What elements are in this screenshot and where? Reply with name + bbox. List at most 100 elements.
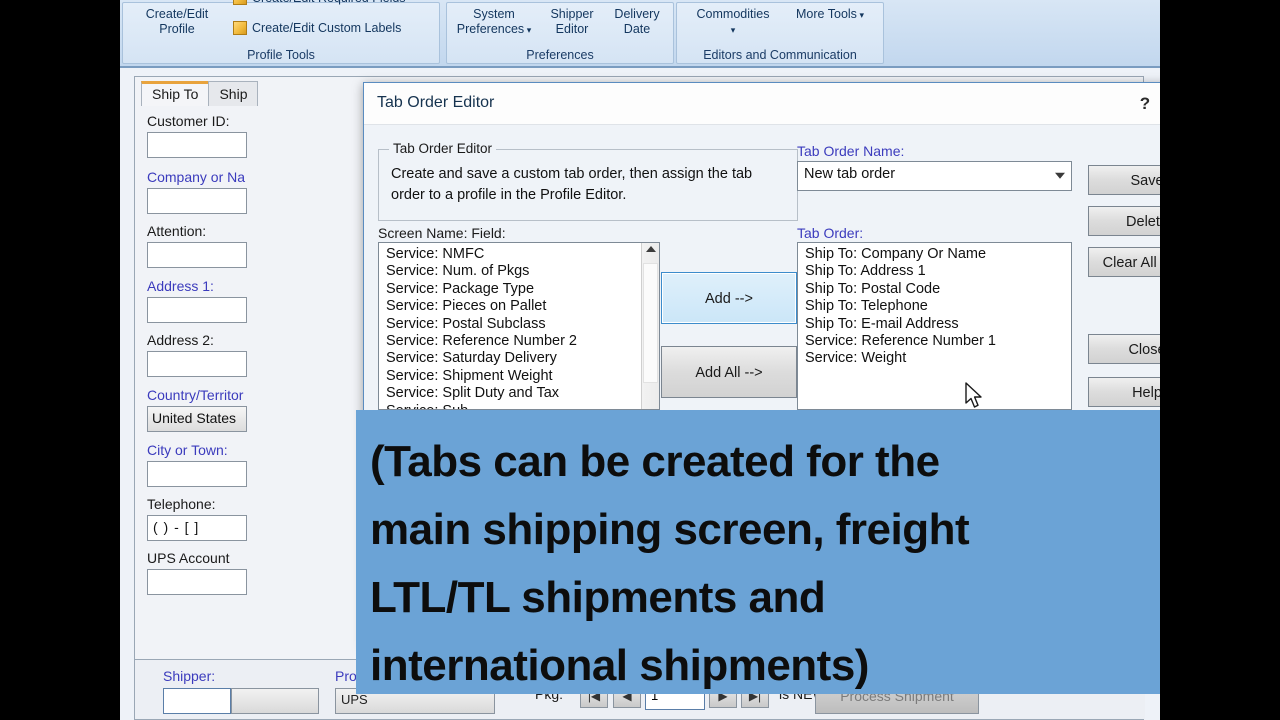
ribbon-button-system-preferences[interactable]: System Preferences ▾ <box>451 7 537 38</box>
caption-line-2: main shipping screen, freight <box>370 505 970 554</box>
input-ups-account[interactable] <box>147 569 247 595</box>
caption-line-3: LTL/TL shipments and <box>370 573 826 622</box>
list-item[interactable]: Service: Shipment Weight <box>379 368 659 385</box>
ribbon-button-commodities[interactable]: Commodities ▾ <box>685 7 781 38</box>
list-item[interactable]: Service: Package Type <box>379 281 659 298</box>
screen-name-field-list: Service: NMFC Service: Num. of Pkgs Serv… <box>379 243 659 409</box>
label-screen-name-field: Screen Name: Field: <box>378 225 506 241</box>
label-attention: Attention: <box>147 223 207 239</box>
groupbox-description: Create and save a custom tab order, then… <box>391 166 753 203</box>
custom-labels-icon <box>233 21 247 35</box>
list-item[interactable]: Service: Reference Number 1 <box>798 333 1071 350</box>
input-attention[interactable] <box>147 242 247 268</box>
chevron-down-icon: ▾ <box>524 25 532 35</box>
list-item[interactable]: Ship To: Company Or Name <box>798 246 1071 263</box>
ribbon-bar: Create/Edit Profile Create/Edit Required… <box>120 0 1160 68</box>
label-tab-order-name: Tab Order Name: <box>797 143 905 159</box>
list-item[interactable]: Service: Pieces on Pallet <box>379 298 659 315</box>
ribbon-button-more-tools-label: More Tools <box>796 7 857 21</box>
application-window: Create/Edit Profile Create/Edit Required… <box>120 0 1160 720</box>
select-country-territory[interactable]: United States <box>147 406 247 432</box>
list-item[interactable]: Service: Num. of Pkgs <box>379 263 659 280</box>
caption-line-1: (Tabs can be created for the <box>370 437 940 486</box>
caption-overlay: (Tabs can be created for the main shippi… <box>356 410 1160 694</box>
letterbox-right <box>1160 0 1280 720</box>
label-shipper: Shipper: <box>163 668 216 684</box>
list-item[interactable]: Ship To: Address 1 <box>798 263 1071 280</box>
required-fields-icon <box>233 0 247 5</box>
list-item[interactable]: Service: Postal Subclass <box>379 316 659 333</box>
ribbon-button-create-edit-custom-labels-label: Create/Edit Custom Labels <box>252 21 402 35</box>
dialog-title: Tab Order Editor <box>377 94 495 111</box>
label-city-or-town: City or Town: <box>147 442 228 458</box>
screen-list-scrollbar[interactable] <box>641 243 659 409</box>
select-tab-order-name[interactable]: New tab order <box>797 161 1072 191</box>
select-tab-order-name-value: New tab order <box>804 166 896 182</box>
label-tab-order: Tab Order: <box>797 225 864 241</box>
input-telephone[interactable]: ( ) - [ ] <box>147 515 247 541</box>
chevron-down-icon-commodities: ▾ <box>730 25 736 35</box>
ribbon-button-more-tools[interactable]: More Tools ▾ <box>787 7 873 23</box>
list-item[interactable]: Service: Split Duty and Tax <box>379 385 659 402</box>
ribbon-button-create-edit-required-fields-label: Create/Edit Required Fields <box>252 0 406 5</box>
input-address-2[interactable] <box>147 351 247 377</box>
ribbon-button-delivery-date[interactable]: Delivery Date <box>605 7 669 37</box>
input-shipper[interactable] <box>163 688 231 714</box>
screen-name-field-listbox[interactable]: Service: NMFC Service: Num. of Pkgs Serv… <box>378 242 660 410</box>
label-ups-account: UPS Account <box>147 550 230 566</box>
input-city-or-town[interactable] <box>147 461 247 487</box>
clear-all-data-button[interactable]: Clear All Data <box>1088 247 1160 277</box>
close-button[interactable]: Close <box>1088 334 1160 364</box>
help-button[interactable]: Help <box>1088 377 1160 407</box>
ribbon-group-editors-and-communication: Commodities ▾ More Tools ▾ Editors and C… <box>676 2 884 64</box>
label-address-1: Address 1: <box>147 278 214 294</box>
list-item[interactable]: Service: NMFC <box>379 246 659 263</box>
help-icon[interactable]: ? <box>1124 83 1160 125</box>
delete-button[interactable]: Delete <box>1088 206 1160 236</box>
input-address-1[interactable] <box>147 297 247 323</box>
form-tabstrip: Ship To Ship <box>141 81 259 107</box>
select-shipper[interactable] <box>231 688 319 714</box>
ribbon-group-title-preferences: Preferences <box>526 48 594 62</box>
label-telephone: Telephone: <box>147 496 216 512</box>
tab-ship-from[interactable]: Ship <box>208 81 259 106</box>
ribbon-button-shipper-editor[interactable]: Shipper Editor <box>541 7 603 37</box>
groupbox-legend: Tab Order Editor <box>389 141 497 156</box>
ribbon-group-title-editors-and-communication: Editors and Communication <box>703 48 857 62</box>
save-button[interactable]: Save <box>1088 165 1160 195</box>
ribbon-button-system-preferences-label: System Preferences <box>456 7 525 36</box>
ribbon-button-shipper-editor-label: Shipper Editor <box>550 7 594 36</box>
chevron-up-icon[interactable] <box>646 246 656 252</box>
label-address-2: Address 2: <box>147 332 214 348</box>
list-item[interactable]: Service: Reference Number 2 <box>379 333 659 350</box>
tab-order-editor-groupbox: Tab Order Editor Create and save a custo… <box>378 141 798 221</box>
add-all-button[interactable]: Add All --> <box>661 346 797 398</box>
list-item[interactable]: Service: Weight <box>798 350 1071 367</box>
input-customer-id[interactable] <box>147 132 247 158</box>
list-item[interactable]: Ship To: Postal Code <box>798 281 1071 298</box>
ribbon-button-delivery-date-label: Delivery Date <box>614 7 660 36</box>
dialog-titlebar: Tab Order Editor ? ✕ <box>364 83 1160 125</box>
ribbon-button-create-edit-profile-label: Create/Edit Profile <box>145 7 209 36</box>
ribbon-button-create-edit-custom-labels[interactable]: Create/Edit Custom Labels <box>233 21 439 36</box>
ribbon-button-create-edit-profile[interactable]: Create/Edit Profile <box>129 7 225 37</box>
list-item[interactable]: Ship To: Telephone <box>798 298 1071 315</box>
ribbon-group-profile-tools: Create/Edit Profile Create/Edit Required… <box>122 0 440 64</box>
label-company-or-name: Company or Na <box>147 169 246 185</box>
chevron-down-icon-more-tools: ▾ <box>856 10 864 20</box>
label-country-territory: Country/Territor <box>147 387 244 403</box>
list-item[interactable]: Service: Sub <box>379 403 659 409</box>
tab-order-list: Ship To: Company Or Name Ship To: Addres… <box>798 243 1071 368</box>
tab-order-listbox[interactable]: Ship To: Company Or Name Ship To: Addres… <box>797 242 1072 410</box>
label-customer-id: Customer ID: <box>147 113 230 129</box>
scrollbar-thumb[interactable] <box>643 263 658 383</box>
caption-line-4: international shipments) <box>370 641 869 690</box>
list-item[interactable]: Service: Saturday Delivery <box>379 350 659 367</box>
add-button[interactable]: Add --> <box>661 272 797 324</box>
list-item[interactable]: Ship To: E-mail Address <box>798 316 1071 333</box>
ribbon-group-preferences: System Preferences ▾ Shipper Editor Deli… <box>446 2 674 64</box>
ribbon-button-create-edit-required-fields[interactable]: Create/Edit Required Fields <box>233 0 439 6</box>
input-company-or-name[interactable] <box>147 188 247 214</box>
tab-ship-to[interactable]: Ship To <box>141 81 210 106</box>
ribbon-button-commodities-label: Commodities <box>696 7 770 21</box>
